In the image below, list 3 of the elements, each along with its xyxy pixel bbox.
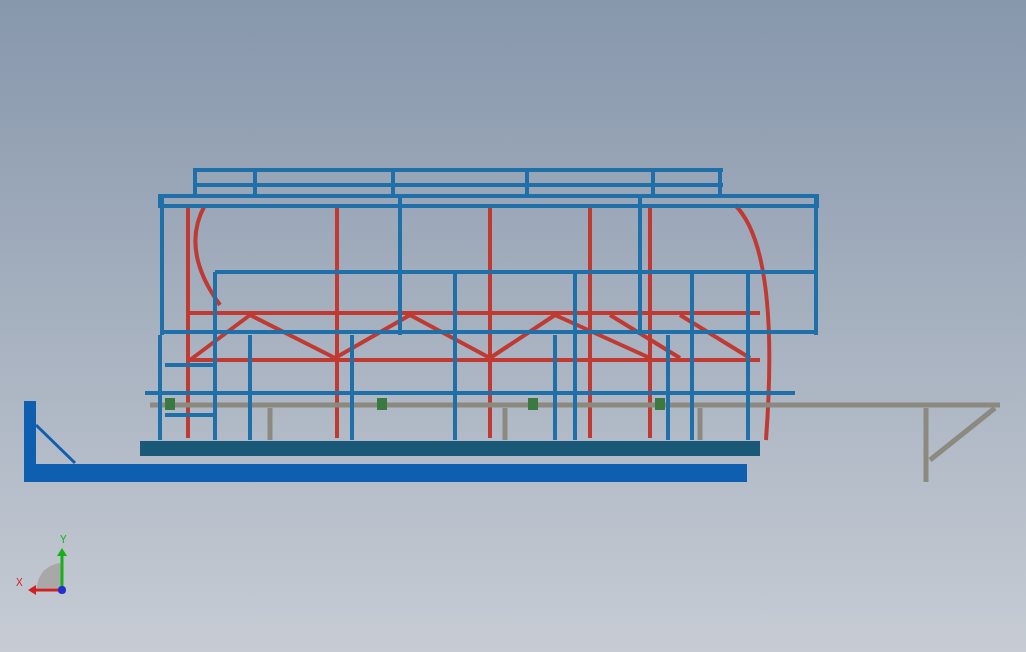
origin-dot <box>58 586 66 594</box>
axis-label: Y <box>60 534 67 545</box>
axis-label: X <box>16 577 23 588</box>
